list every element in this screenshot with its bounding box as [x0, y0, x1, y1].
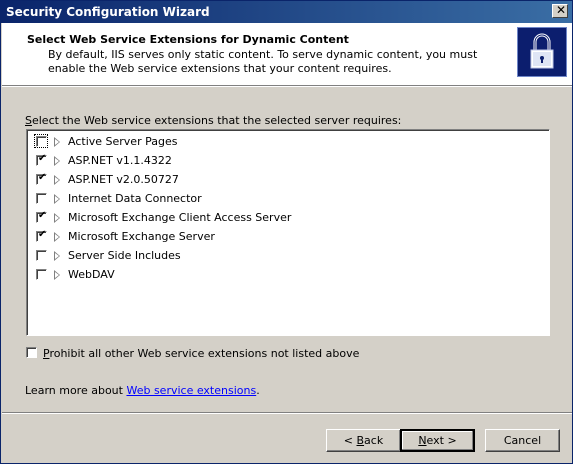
expand-arrow-icon-inner: [55, 234, 59, 240]
close-button[interactable]: ✕: [552, 3, 568, 18]
extension-checkbox[interactable]: ✔: [36, 172, 47, 185]
extensions-list[interactable]: Active Server Pages ✔ ASP.NET v1.1.4322 …: [26, 129, 550, 336]
extension-checkbox[interactable]: [36, 250, 47, 261]
check-icon: ✔: [38, 172, 47, 183]
check-icon: ✔: [38, 153, 47, 164]
expand-arrow-icon-inner: [55, 215, 59, 221]
expand-arrow-icon-inner: [55, 253, 59, 259]
next-text: ext >: [426, 434, 457, 447]
learn-more-suffix: .: [256, 384, 260, 397]
extension-label: Active Server Pages: [68, 135, 178, 148]
back-text: ack: [364, 434, 384, 447]
learn-more-text: Learn more about Web service extensions.: [25, 384, 260, 397]
extension-label: Microsoft Exchange Client Access Server: [68, 211, 292, 224]
wizard-header: Select Web Service Extensions for Dynami…: [2, 23, 572, 86]
page-description: By default, IIS serves only static conte…: [48, 48, 478, 75]
back-button[interactable]: < Back: [326, 429, 401, 452]
extension-label: Internet Data Connector: [68, 192, 202, 205]
next-button[interactable]: Next >: [400, 429, 475, 452]
wizard-window: Security Configuration Wizard ✕ Select W…: [0, 0, 573, 464]
cancel-button[interactable]: Cancel: [485, 429, 560, 452]
extension-label: Server Side Includes: [68, 249, 181, 262]
window-title: Security Configuration Wizard: [6, 5, 210, 19]
prohibit-label[interactable]: Prohibit all other Web service extension…: [43, 347, 359, 360]
extension-label: WebDAV: [68, 268, 115, 281]
extension-checkbox[interactable]: ✔: [36, 210, 47, 223]
expand-arrow-icon-inner: [55, 158, 59, 164]
extension-label: ASP.NET v2.0.50727: [68, 173, 179, 186]
learn-more-prefix: Learn more about: [25, 384, 127, 397]
check-icon: ✔: [38, 229, 47, 240]
next-access-key: N: [418, 434, 427, 447]
prohibit-text: rohibit all other Web service extensions…: [49, 347, 360, 360]
back-access-key: B: [356, 434, 365, 447]
instruction-text: elect the Web service extensions that th…: [31, 114, 402, 127]
page-title: Select Web Service Extensions for Dynami…: [27, 33, 349, 46]
extension-checkbox[interactable]: [36, 193, 47, 204]
instruction-label: Select the Web service extensions that t…: [25, 114, 401, 127]
extension-checkbox[interactable]: ✔: [36, 229, 47, 242]
footer-divider-highlight: [2, 413, 572, 414]
back-prefix: <: [343, 434, 357, 447]
prohibit-checkbox[interactable]: [26, 347, 37, 358]
check-icon: ✔: [38, 210, 47, 221]
padlock-icon: [517, 27, 567, 77]
instruction-access-key: S: [25, 114, 32, 127]
header-divider: [2, 86, 572, 87]
expand-arrow-icon-inner: [55, 139, 59, 145]
extension-label: ASP.NET v1.1.4322: [68, 154, 172, 167]
expand-arrow-icon-inner: [55, 196, 59, 202]
extension-label: Microsoft Exchange Server: [68, 230, 215, 243]
web-service-extensions-link[interactable]: Web service extensions: [126, 384, 256, 397]
extension-checkbox[interactable]: ✔: [36, 153, 47, 166]
extension-checkbox[interactable]: [36, 269, 47, 280]
close-icon: ✕: [556, 3, 567, 17]
expand-arrow-icon-inner: [55, 177, 59, 183]
title-bar[interactable]: Security Configuration Wizard ✕: [1, 1, 572, 23]
focus-rectangle: [34, 134, 48, 148]
expand-arrow-icon-inner: [55, 272, 59, 278]
